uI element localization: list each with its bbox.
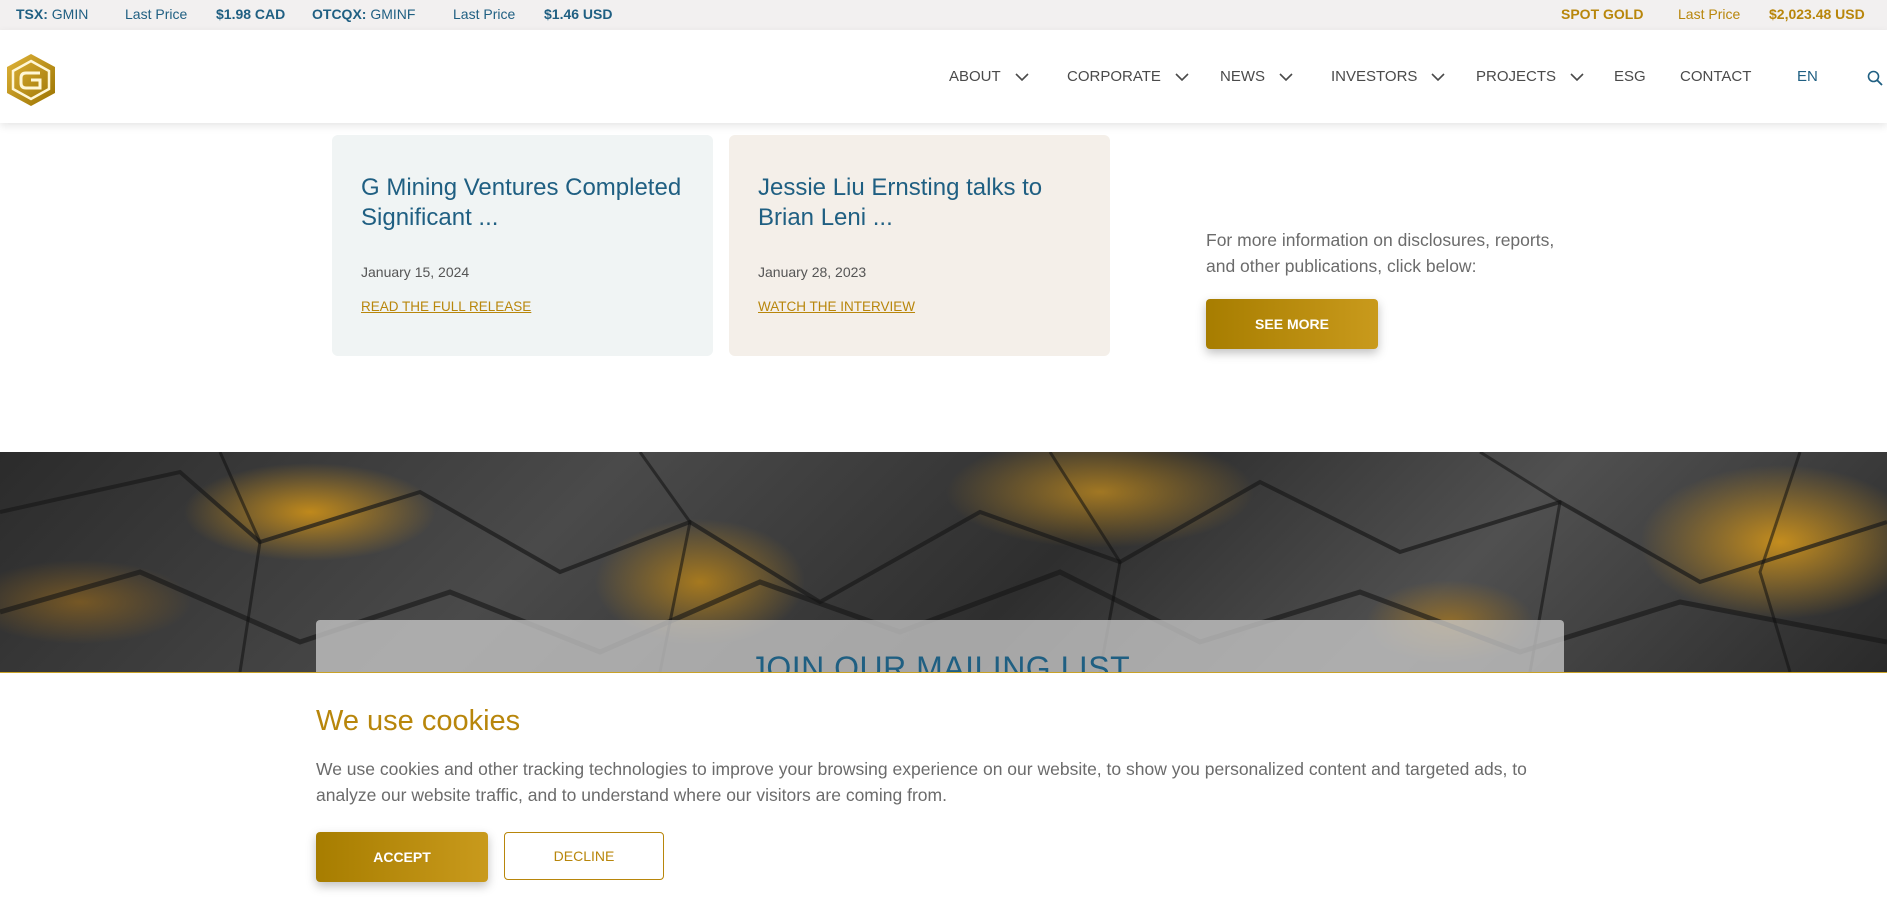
language-label: EN — [1797, 68, 1818, 85]
tsx-last-price-label: Last Price — [125, 6, 188, 22]
nav-esg-label: ESG — [1614, 68, 1646, 85]
chevron-down-icon — [1175, 72, 1189, 81]
otc-price: $1.46 USD — [544, 6, 613, 22]
otc-exchange: OTCQX: — [312, 6, 367, 22]
stock-ticker-bar: TSX: GMIN Last Price $1.98 CAD OTCQX: GM… — [0, 0, 1887, 30]
interview-card-title: Jessie Liu Ernsting talks to Brian Leni … — [758, 174, 1043, 231]
nav-esg[interactable]: ESG — [1614, 68, 1646, 85]
chevron-down-icon — [1279, 72, 1293, 81]
nav-contact-label: CONTACT — [1680, 68, 1752, 85]
chevron-down-icon — [1431, 72, 1445, 81]
accept-cookies-button[interactable]: ACCEPT — [316, 832, 488, 882]
nav-corporate-label: CORPORATE — [1067, 68, 1161, 85]
language-switcher[interactable]: EN — [1797, 68, 1818, 85]
nav-investors-label: INVESTORS — [1331, 68, 1418, 85]
logo-hexagon-icon — [7, 54, 55, 106]
tsx-exchange: TSX: — [16, 6, 48, 22]
cookie-title: We use cookies — [316, 705, 521, 737]
nav-projects[interactable]: PROJECTS — [1476, 68, 1584, 85]
news-card-date: January 15, 2024 — [361, 264, 470, 280]
site-header: ABOUT CORPORATE NEWS INVESTORS PROJECTS … — [0, 30, 1887, 123]
nav-contact[interactable]: CONTACT — [1680, 68, 1751, 85]
spot-gold-label: SPOT GOLD — [1561, 6, 1644, 22]
news-card: G Mining Ventures Completed Significant … — [332, 135, 713, 356]
nav-about-label: ABOUT — [949, 68, 1001, 85]
company-logo[interactable] — [4, 52, 58, 108]
watch-interview-link[interactable]: WATCH THE INTERVIEW — [758, 299, 915, 314]
gold-price: $2,023.48 USD — [1769, 6, 1865, 22]
search-icon[interactable] — [1867, 70, 1883, 86]
otc-last-price-label: Last Price — [453, 6, 516, 22]
tsx-label: TSX: GMIN — [16, 6, 88, 22]
tsx-symbol: GMIN — [51, 6, 89, 22]
nav-projects-label: PROJECTS — [1476, 68, 1557, 85]
more-info-text: For more information on disclosures, rep… — [1206, 230, 1555, 276]
cookie-consent-banner: We use cookies We use cookies and other … — [0, 672, 1887, 903]
interview-card: Jessie Liu Ernsting talks to Brian Leni … — [729, 135, 1110, 356]
otc-label: OTCQX: GMINF — [312, 6, 415, 22]
nav-about[interactable]: ABOUT — [949, 68, 1029, 85]
nav-corporate[interactable]: CORPORATE — [1067, 68, 1189, 85]
interview-card-date: January 28, 2023 — [758, 264, 867, 280]
nav-investors[interactable]: INVESTORS — [1331, 68, 1445, 85]
news-card-title: G Mining Ventures Completed Significant … — [361, 174, 682, 231]
otc-symbol: GMINF — [370, 6, 416, 22]
nav-news-label: NEWS — [1220, 68, 1265, 85]
chevron-down-icon — [1570, 72, 1584, 81]
decline-cookies-button[interactable]: DECLINE — [504, 832, 664, 880]
see-more-button[interactable]: SEE MORE — [1206, 299, 1378, 349]
gold-last-price-label: Last Price — [1678, 6, 1741, 22]
cookie-description: We use cookies and other tracking techno… — [316, 759, 1527, 805]
read-full-release-link[interactable]: READ THE FULL RELEASE — [361, 299, 531, 314]
nav-news[interactable]: NEWS — [1220, 68, 1293, 85]
tsx-price: $1.98 CAD — [216, 6, 286, 22]
chevron-down-icon — [1015, 72, 1029, 81]
